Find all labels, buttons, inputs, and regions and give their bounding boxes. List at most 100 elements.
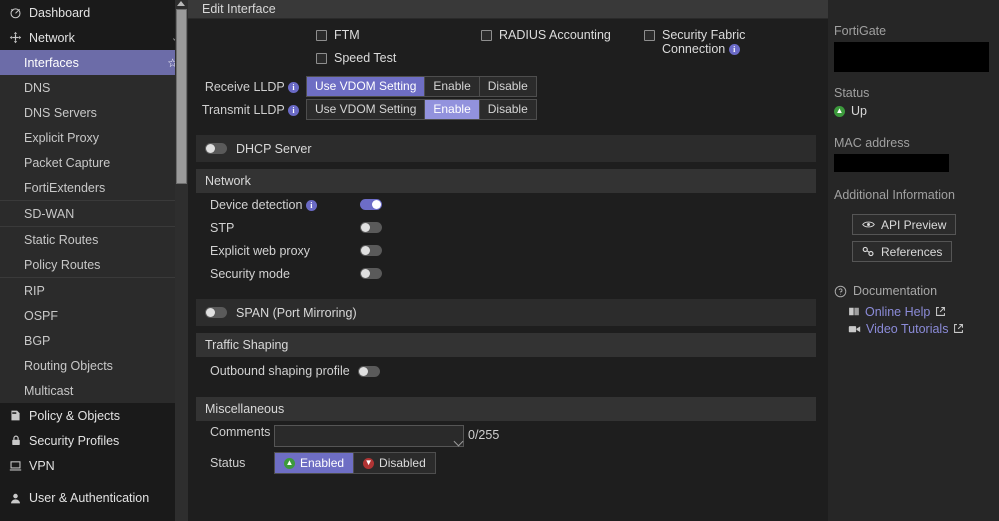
comments-input[interactable] <box>274 425 464 447</box>
policy-icon <box>7 409 24 422</box>
device-value-redacted <box>834 42 989 72</box>
sidebar-item-ospf[interactable]: OSPF <box>0 303 188 328</box>
transmit-lldp-option-disable[interactable]: Disable <box>479 100 536 119</box>
span-section-header[interactable]: SPAN (Port Mirroring) <box>196 299 816 326</box>
sidebar-item-dashboard[interactable]: Dashboard › <box>0 0 188 25</box>
checkbox-box-icon[interactable] <box>316 53 327 64</box>
security-mode-label: Security mode <box>210 266 290 281</box>
lock-icon <box>7 434 24 447</box>
checkbox-speed-test[interactable]: Speed Test <box>316 51 396 65</box>
sidebar-item-label: Packet Capture <box>24 155 111 170</box>
additional-information-block: Additional Information API Preview Refer… <box>834 188 999 268</box>
info-icon[interactable]: i <box>288 81 299 93</box>
info-icon[interactable]: i <box>728 44 740 56</box>
receive-lldp-option-enable[interactable]: Enable <box>425 77 480 96</box>
mac-label: MAC address <box>834 136 910 150</box>
scroll-up-arrow-icon[interactable] <box>177 1 185 6</box>
online-help-link[interactable]: Online Help <box>848 303 999 320</box>
sidebar-item-label: Dashboard <box>29 5 91 20</box>
security-mode-row: Security mode <box>196 262 828 285</box>
sidebar-item-policy-routes[interactable]: Policy Routes <box>0 252 188 277</box>
interface-info-sidebar: FortiGate Status ▲ Up MAC address Additi… <box>828 0 999 521</box>
sidebar-item-dns[interactable]: DNS <box>0 75 188 100</box>
feature-checkbox-group: FTM RADIUS Accounting Security Fabric Co… <box>196 19 828 75</box>
sidebar-item-routing-objects[interactable]: Routing Objects <box>0 353 188 378</box>
transmit-lldp-row: Transmit LLDP i Use VDOM Setting Enable … <box>196 98 828 121</box>
scrollbar-thumb[interactable] <box>176 9 187 184</box>
status-label: Status <box>210 456 246 470</box>
references-button[interactable]: References <box>852 241 953 262</box>
sidebar-item-bgp[interactable]: BGP <box>0 328 188 353</box>
sidebar-item-label: FortiExtenders <box>24 180 106 195</box>
sidebar-item-label: Policy Routes <box>24 257 101 272</box>
sidebar-item-interfaces[interactable]: Interfaces ☆ <box>0 50 188 75</box>
sidebar-item-label: User & Authentication <box>29 490 150 505</box>
status-text: Up <box>851 104 867 118</box>
sidebar-item-fortiextenders[interactable]: FortiExtenders <box>0 175 188 200</box>
network-icon <box>7 31 24 44</box>
sidebar-item-security-profiles[interactable]: Security Profiles › <box>0 428 188 453</box>
explicit-web-proxy-row: Explicit web proxy <box>196 239 828 262</box>
info-icon[interactable]: i <box>305 199 317 211</box>
sidebar-item-label: Explicit Proxy <box>24 130 100 145</box>
sidebar-item-label: DNS Servers <box>24 105 97 120</box>
sidebar-item-explicit-proxy[interactable]: Explicit Proxy <box>0 125 188 150</box>
outbound-shaping-profile-toggle[interactable] <box>357 365 380 377</box>
status-option-disabled[interactable]: ▼ Disabled <box>354 453 435 473</box>
status-option-enabled[interactable]: ▲ Enabled <box>275 453 355 473</box>
transmit-lldp-option-use-vdom-setting[interactable]: Use VDOM Setting <box>307 100 426 119</box>
checkbox-box-icon[interactable] <box>644 30 655 41</box>
status-label: Status <box>834 86 870 100</box>
checkbox-box-icon[interactable] <box>316 30 327 41</box>
dhcp-server-section-header[interactable]: DHCP Server <box>196 135 816 162</box>
sidebar-item-policy-objects[interactable]: Policy & Objects › <box>0 403 188 428</box>
sidebar-item-rip[interactable]: RIP <box>0 278 188 303</box>
vpn-icon <box>7 459 24 472</box>
span-toggle[interactable] <box>205 307 227 318</box>
status-value: ▲ Up <box>834 104 999 118</box>
sidebar-item-vpn[interactable]: VPN › <box>0 453 188 478</box>
dhcp-server-toggle[interactable] <box>205 143 227 154</box>
panel-titlebar: Edit Interface <box>188 0 828 19</box>
transmit-lldp-button-group[interactable]: Use VDOM Setting Enable Disable <box>306 99 537 120</box>
sidebar-item-user-authentication[interactable]: User & Authentication › <box>0 478 188 518</box>
traffic-shaping-section-header: Traffic Shaping <box>196 333 816 357</box>
video-camera-icon <box>848 324 861 334</box>
stp-toggle[interactable] <box>360 222 382 233</box>
explicit-web-proxy-label: Explicit web proxy <box>210 243 311 258</box>
checkbox-box-icon[interactable] <box>481 30 492 41</box>
status-button-group[interactable]: ▲ Enabled ▼ Disabled <box>274 452 436 474</box>
status-info-block: Status ▲ Up <box>834 86 999 118</box>
receive-lldp-option-disable[interactable]: Disable <box>479 77 536 96</box>
explicit-web-proxy-toggle[interactable] <box>360 245 382 256</box>
arrow-up-icon: ▲ <box>284 457 295 469</box>
eye-icon <box>862 220 875 229</box>
stp-row: STP <box>196 216 828 239</box>
resize-handle-icon[interactable] <box>453 436 464 447</box>
receive-lldp-button-group[interactable]: Use VDOM Setting Enable Disable <box>306 76 537 97</box>
checkbox-security-fabric-connection[interactable]: Security Fabric Connection i <box>644 28 769 56</box>
span-label: SPAN (Port Mirroring) <box>236 305 357 320</box>
sidebar-item-label: Policy & Objects <box>29 408 121 423</box>
main-navigation-sidebar: Dashboard › Network ⌄ Interfaces ☆ DNS <box>0 0 188 521</box>
receive-lldp-option-use-vdom-setting[interactable]: Use VDOM Setting <box>307 77 426 96</box>
checkbox-ftm[interactable]: FTM <box>316 28 360 42</box>
sidebar-item-dns-servers[interactable]: DNS Servers <box>0 100 188 125</box>
sidebar-item-packet-capture[interactable]: Packet Capture <box>0 150 188 175</box>
sidebar-item-static-routes[interactable]: Static Routes <box>0 227 188 252</box>
info-icon[interactable]: i <box>288 104 299 116</box>
sidebar-item-multicast[interactable]: Multicast <box>0 378 188 403</box>
sidebar-item-network[interactable]: Network ⌄ <box>0 25 188 50</box>
device-detection-toggle[interactable] <box>360 199 382 210</box>
sidebar-item-label: Multicast <box>24 383 74 398</box>
references-label: References <box>881 244 943 259</box>
sidebar-scrollbar[interactable] <box>175 0 188 521</box>
transmit-lldp-option-enable[interactable]: Enable <box>425 100 480 119</box>
checkbox-label: Speed Test <box>334 51 397 65</box>
security-mode-toggle[interactable] <box>360 268 382 279</box>
documentation-header: Documentation <box>834 284 999 298</box>
video-tutorials-link[interactable]: Video Tutorials <box>848 320 999 337</box>
checkbox-radius-accounting[interactable]: RADIUS Accounting <box>481 28 611 42</box>
api-preview-button[interactable]: API Preview <box>852 214 957 235</box>
sidebar-item-sd-wan[interactable]: SD-WAN <box>0 201 188 226</box>
